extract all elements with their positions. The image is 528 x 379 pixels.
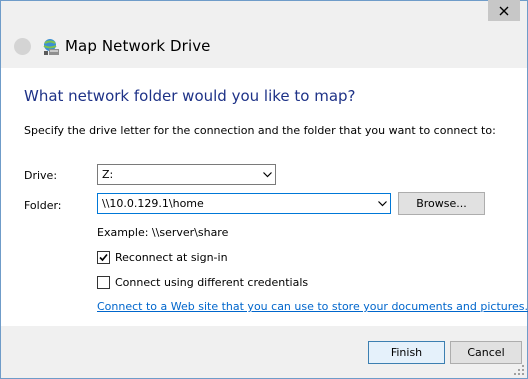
back-icon[interactable] <box>14 38 31 55</box>
folder-label: Folder: <box>24 199 62 212</box>
example-text: Example: \\server\share <box>97 226 229 239</box>
reconnect-checkbox[interactable] <box>97 251 110 264</box>
title-bar <box>1 0 527 28</box>
drive-select[interactable]: Z: <box>97 164 276 185</box>
chevron-down-icon[interactable] <box>378 201 387 207</box>
window-title: Map Network Drive <box>65 37 211 55</box>
folder-combobox[interactable]: \\10.0.129.1\home <box>97 193 391 214</box>
different-credentials-checkbox[interactable] <box>97 276 110 289</box>
finish-button[interactable]: Finish <box>368 341 445 364</box>
close-button[interactable] <box>488 0 520 21</box>
close-icon <box>499 6 509 15</box>
dialog-header: Map Network Drive <box>1 28 527 68</box>
chevron-down-icon <box>263 172 272 178</box>
network-drive-icon <box>43 39 59 55</box>
different-credentials-label[interactable]: Connect using different credentials <box>115 276 308 289</box>
main-heading: What network folder would you like to ma… <box>24 87 356 105</box>
map-network-drive-window: Map Network Drive What network folder wo… <box>0 0 528 379</box>
instruction-text: Specify the drive letter for the connect… <box>24 124 496 137</box>
web-storage-link[interactable]: Connect to a Web site that you can use t… <box>97 300 528 313</box>
cancel-button[interactable]: Cancel <box>450 341 522 364</box>
drive-label: Drive: <box>24 169 58 182</box>
checkmark-icon <box>99 253 108 262</box>
dialog-content: What network folder would you like to ma… <box>1 68 528 326</box>
drive-select-value: Z: <box>102 168 114 181</box>
reconnect-label[interactable]: Reconnect at sign-in <box>115 251 228 264</box>
folder-input-value: \\10.0.129.1\home <box>102 197 204 210</box>
browse-button[interactable]: Browse... <box>398 192 485 215</box>
resize-grip-icon[interactable] <box>513 364 525 376</box>
